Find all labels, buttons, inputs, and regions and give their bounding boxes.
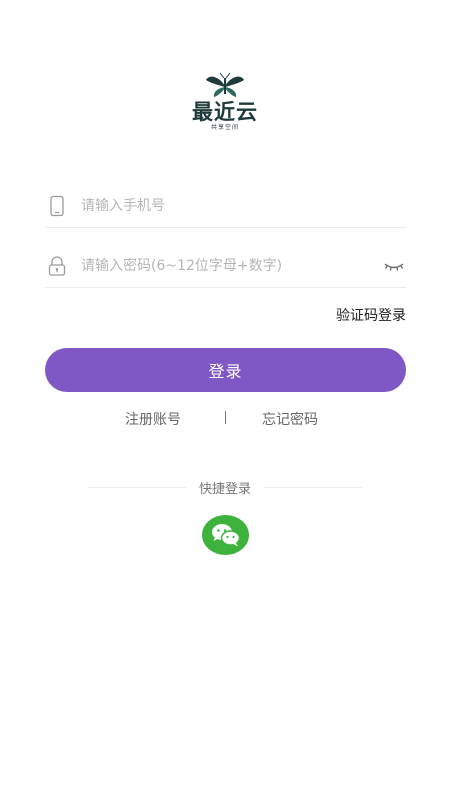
logo-subtitle: 共享空间 [210,124,239,131]
password-input[interactable] [81,245,383,286]
register-link[interactable]: 注册账号 [125,409,181,429]
logo-name: 最近云 [192,100,258,124]
phone-icon [50,195,64,216]
quick-login-divider: 快捷登录 [88,478,363,497]
wechat-icon [211,524,240,547]
lock-icon [48,255,66,276]
account-links: 注册账号 忘记密码 [0,409,450,429]
link-divider [225,411,226,424]
quick-login-label: 快捷登录 [199,481,252,497]
phone-field-row [45,184,406,228]
app-logo: 最近云 共享空间 [0,72,450,132]
sms-login-link[interactable]: 验证码登录 [336,305,406,325]
eye-closed-icon[interactable] [383,259,405,273]
phone-input[interactable] [81,185,406,226]
login-screen: 最近云 共享空间 验证码登录 登录 注册账号 忘记密码 [0,0,450,800]
forgot-password-link[interactable]: 忘记密码 [262,409,318,429]
butterfly-logo-icon [206,72,244,97]
wechat-login-button[interactable] [202,515,249,555]
password-field-row [45,244,406,288]
divider-line-left [88,486,186,488]
divider-line-right [264,486,363,488]
login-button[interactable]: 登录 [45,348,406,392]
